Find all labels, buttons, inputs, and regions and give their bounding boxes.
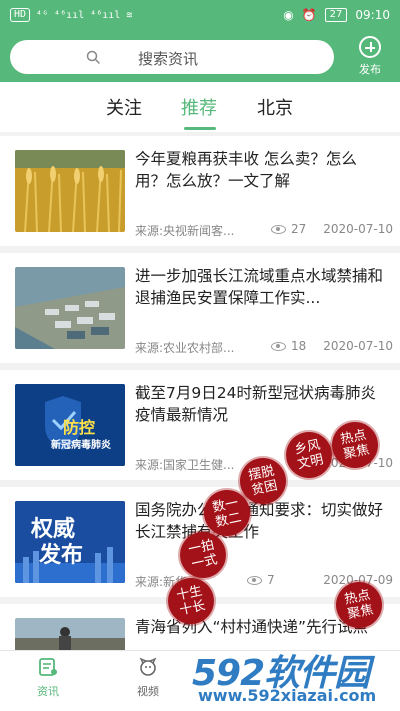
aerial-town-thumbnail (15, 267, 125, 349)
category-tabs: 关注 推荐 北京 (0, 82, 400, 132)
article-title[interactable]: 截至7月9日24时新型冠状病毒肺炎疫情最新情况 (135, 382, 387, 426)
plus-icon (359, 36, 381, 58)
article-title[interactable]: 今年夏粮再获丰收 怎么卖？怎么用？怎么放？一文了解 (135, 148, 387, 192)
article-date: 2020-07-10 (323, 339, 393, 353)
thumb-caption-2: 发布 (39, 543, 84, 568)
status-bar: HD ⁴ᴳ ⁴⁶ııl ⁴⁶ııl ≋ ◉ ⏰ 27 09:10 (0, 0, 400, 32)
video-icon (139, 657, 157, 676)
article-source: 来源:农业农村部... (135, 341, 235, 355)
hd-badge: HD (10, 8, 31, 22)
nav-video-label: 视频 (137, 685, 159, 698)
wheat-field-thumbnail (15, 150, 125, 232)
article-title[interactable]: 进一步加强长江流域重点水域禁捕和退捕渔民安置保障工作实... (135, 265, 387, 309)
nav-news-label: 资讯 (37, 685, 59, 698)
news-icon (39, 658, 57, 676)
news-card[interactable]: 进一步加强长江流域重点水域禁捕和退捕渔民安置保障工作实... 来源:农业农村部.… (0, 253, 400, 363)
news-card[interactable]: 今年夏粮再获丰收 怎么卖？怎么用？怎么放？一文了解 来源:央视新闻客... 27… (0, 136, 400, 246)
tab-recommend[interactable]: 推荐 (181, 94, 217, 120)
alarm-icon: ⏰ (301, 8, 317, 22)
site-watermark: 592软件园 www.592xiazai.com (192, 640, 392, 706)
article-source: 来源:央视新闻客... (135, 224, 235, 238)
tab-follow[interactable]: 关注 (106, 94, 142, 120)
search-bar[interactable]: 搜索资讯 (10, 40, 334, 74)
road-crowd-thumbnail (15, 618, 125, 650)
thumb-caption-2: 新冠病毒肺炎 (51, 440, 111, 451)
eye-icon (271, 224, 286, 234)
eye-icon (271, 341, 286, 351)
active-tab-indicator (184, 127, 216, 130)
status-indicators: HD ⁴ᴳ ⁴⁶ııl ⁴⁶ııl ≋ (10, 8, 132, 22)
view-count: 18 (271, 339, 306, 353)
view-count: 27 (271, 222, 306, 236)
status-right: ◉ ⏰ 27 09:10 (283, 8, 390, 22)
search-icon (86, 50, 100, 64)
signal-indicators: ⁴ᴳ ⁴⁶ııl ⁴⁶ııl ≋ (36, 9, 133, 21)
tab-beijing[interactable]: 北京 (257, 94, 293, 120)
publish-button[interactable]: 发布 (350, 36, 390, 80)
nav-news[interactable]: 资讯 (18, 657, 78, 699)
authority-release-thumbnail: 权威 发布 (15, 501, 125, 583)
news-feed[interactable]: 今年夏粮再获丰收 怎么卖？怎么用？怎么放？一文了解 来源:央视新闻客... 27… (0, 132, 400, 650)
publish-label: 发布 (359, 63, 381, 76)
search-placeholder: 搜索资讯 (138, 50, 199, 68)
article-date: 2020-07-10 (323, 222, 393, 236)
eye-comfort-icon: ◉ (283, 8, 294, 22)
eye-icon (247, 575, 262, 585)
battery-indicator: 27 (324, 8, 348, 22)
epidemic-control-thumbnail: 防控 新冠病毒肺炎 (15, 384, 125, 466)
view-count: 7 (247, 573, 275, 587)
nav-video[interactable]: 视频 (118, 657, 178, 699)
watermark-url: www.592xiazai.com (198, 686, 377, 705)
article-title[interactable]: 国务院办公厅发通知要求：切实做好长江禁捕有关工作 (135, 499, 387, 543)
clock: 09:10 (355, 8, 390, 22)
top-bar: 搜索资讯 发布 (0, 32, 400, 82)
article-source: 来源:国家卫生健... (135, 458, 235, 472)
thumb-caption-1: 防控 (63, 418, 96, 437)
